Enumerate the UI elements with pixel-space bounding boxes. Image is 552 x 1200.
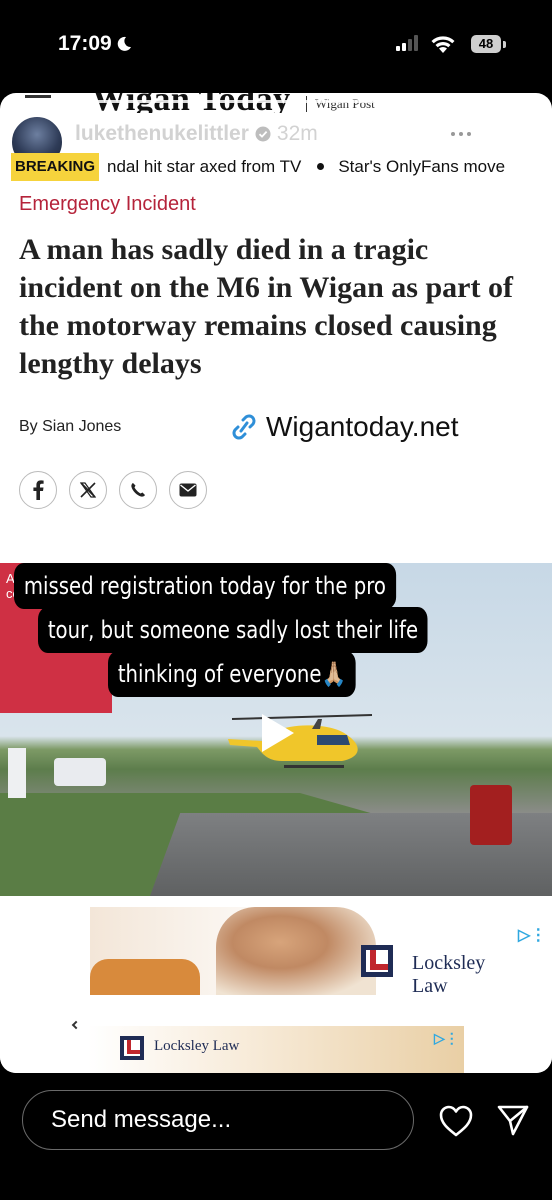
ad-person-image	[216, 907, 376, 995]
wifi-icon	[431, 36, 455, 53]
article-category[interactable]: Emergency Incident	[19, 193, 196, 216]
story-username-row[interactable]: lukethenukelittler 32m	[75, 122, 318, 146]
facebook-icon[interactable]	[19, 471, 57, 509]
locksley-law-logo-icon	[120, 1036, 144, 1060]
ad-brand-text-second[interactable]: Locksley Law	[154, 1038, 239, 1055]
story-caption-line: tour, but someone sadly lost their life	[38, 607, 428, 653]
source-link-text[interactable]: Wigantoday.net	[266, 411, 459, 443]
breaking-badge: BREAKING	[11, 153, 99, 181]
hamburger-menu-icon	[25, 95, 51, 98]
ad-car-image	[90, 959, 200, 995]
heart-icon[interactable]	[438, 1104, 474, 1138]
status-bar: 17:09 48	[0, 0, 552, 90]
ad-banner-second[interactable]: Locksley Law ▷⋮	[88, 1026, 464, 1073]
ticker-item[interactable]: ndal hit star axed from TV	[107, 157, 301, 176]
source-link-sticker[interactable]: Wigantoday.net	[228, 411, 459, 443]
email-icon[interactable]	[169, 471, 207, 509]
ticker-text: ndal hit star axed from TV Star's OnlyFan…	[107, 157, 505, 177]
play-icon[interactable]	[250, 708, 300, 758]
close-icon[interactable]	[507, 119, 541, 153]
masthead-subtitle: Wigan Post	[306, 96, 375, 112]
send-icon[interactable]	[496, 1104, 530, 1136]
story-header: lukethenukelittler 32m	[0, 111, 552, 169]
username[interactable]: lukethenukelittler	[75, 122, 249, 146]
story-progress-bar	[12, 100, 540, 103]
ad-banner[interactable]: Locksley Law ▷⋮	[90, 907, 546, 997]
x-icon[interactable]	[69, 471, 107, 509]
signal-icon	[396, 35, 418, 51]
status-time: 17:09	[58, 32, 132, 56]
battery-tip	[503, 41, 506, 48]
advertisement[interactable]: Locksley Law ▷⋮ Locksley Law ▷⋮	[0, 896, 552, 1073]
article-headline: A man has sadly died in a tragic inciden…	[19, 233, 513, 380]
locksley-law-logo-icon	[361, 945, 393, 977]
clock-text: 17:09	[58, 32, 112, 55]
adchoices-icon[interactable]: ▷⋮	[518, 925, 546, 945]
video-post	[8, 748, 26, 798]
more-options-icon[interactable]	[451, 132, 471, 136]
breaking-ticker[interactable]: BREAKING ndal hit star axed from TV Star'…	[0, 153, 552, 181]
share-buttons	[19, 471, 207, 509]
video-van	[54, 758, 106, 786]
story-age: 32m	[276, 122, 318, 145]
story-caption-line: missed registration today for the pro	[14, 563, 396, 609]
story-caption-line: thinking of everyone🙏🏼	[108, 651, 356, 697]
article-byline: By Sian Jones	[19, 418, 122, 435]
battery-indicator: 48	[471, 35, 501, 53]
ad-brand-text[interactable]: Locksley Law	[412, 952, 485, 998]
webpage-masthead: Wigan Today Wigan Post	[0, 93, 552, 113]
ad-corner-icon	[71, 1020, 81, 1030]
verified-badge-icon	[255, 126, 271, 142]
video-red-vehicle	[470, 785, 512, 845]
ticker-item[interactable]: Star's OnlyFans move	[338, 157, 505, 176]
adchoices-icon[interactable]: ▷⋮	[434, 1030, 459, 1047]
moon-icon	[117, 36, 131, 51]
whatsapp-icon[interactable]	[119, 471, 157, 509]
masthead-title: Wigan Today	[92, 93, 291, 113]
link-icon	[232, 414, 256, 440]
ticker-separator	[317, 163, 325, 171]
send-message-input[interactable]: Send message...	[22, 1090, 414, 1150]
helicopter-image	[228, 714, 373, 768]
